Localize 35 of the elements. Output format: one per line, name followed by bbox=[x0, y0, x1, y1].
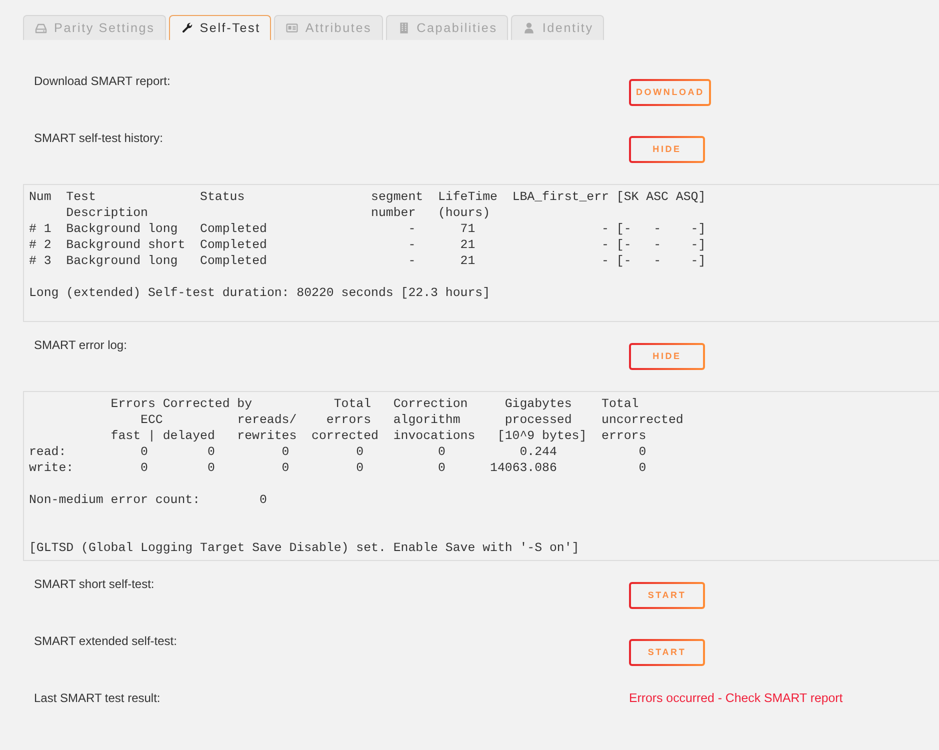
output-line: [GLTSD (Global Logging Target Save Disable) set. Enable Save with '-S on'] bbox=[29, 540, 580, 556]
output-line: Description number (hours) bbox=[66, 205, 490, 221]
output-line: Errors Corrected by Total Correction Gigabytes Total bbox=[110, 396, 639, 412]
output-line: # 2 Background short Completed - 21 - [- - -] bbox=[29, 237, 706, 253]
id-card-icon bbox=[286, 22, 298, 34]
tab[interactable]: Attributes bbox=[274, 15, 383, 40]
setting-label: SMART short self-test: bbox=[34, 577, 154, 591]
tab[interactable]: Self-Test bbox=[168, 15, 272, 40]
tab[interactable]: Identity bbox=[511, 15, 604, 40]
tab[interactable]: Capabilities bbox=[386, 15, 508, 40]
action-button[interactable]: DOWNLOAD bbox=[629, 79, 712, 106]
output-line: ECC rereads/ errors algorithm processed uncorrected bbox=[140, 412, 684, 428]
output-line: fast | delayed rewrites corrected invocations [10^9 bytes] errors bbox=[110, 428, 646, 444]
output-line: write: 0 0 0 0 0 14063.086 0 bbox=[29, 460, 646, 476]
user-icon bbox=[523, 22, 536, 34]
status-text: Errors occurred - Check SMART report bbox=[629, 690, 843, 706]
setting-label: Last SMART test result: bbox=[34, 691, 160, 705]
tab[interactable]: Parity Settings bbox=[23, 15, 166, 40]
output-line: # 1 Background long Completed - 71 - [- - -] bbox=[29, 221, 706, 237]
output-line: Long (extended) Self-test duration: 80220 seconds [22.3 hours] bbox=[29, 285, 490, 301]
building-icon bbox=[398, 22, 410, 34]
wrench-icon bbox=[180, 22, 193, 34]
action-button[interactable]: HIDE bbox=[629, 343, 705, 370]
output-line: read: 0 0 0 0 0 0.244 0 bbox=[29, 444, 646, 460]
setting-label: Download SMART report: bbox=[34, 74, 170, 88]
output-line: Non-medium error count: 0 bbox=[29, 492, 267, 508]
action-button[interactable]: HIDE bbox=[629, 136, 705, 163]
setting-label: SMART self-test history: bbox=[34, 131, 163, 145]
drive-icon bbox=[35, 22, 47, 34]
setting-label: SMART extended self-test: bbox=[34, 634, 177, 648]
action-button[interactable]: START bbox=[629, 639, 705, 666]
setting-label: SMART error log: bbox=[34, 338, 127, 352]
action-button[interactable]: START bbox=[629, 582, 705, 609]
output-line: Num Test Status segment LifeTime LBA_first_err [SK ASC ASQ] bbox=[29, 189, 706, 205]
output-line: # 3 Background long Completed - 21 - [- - -] bbox=[29, 253, 706, 269]
